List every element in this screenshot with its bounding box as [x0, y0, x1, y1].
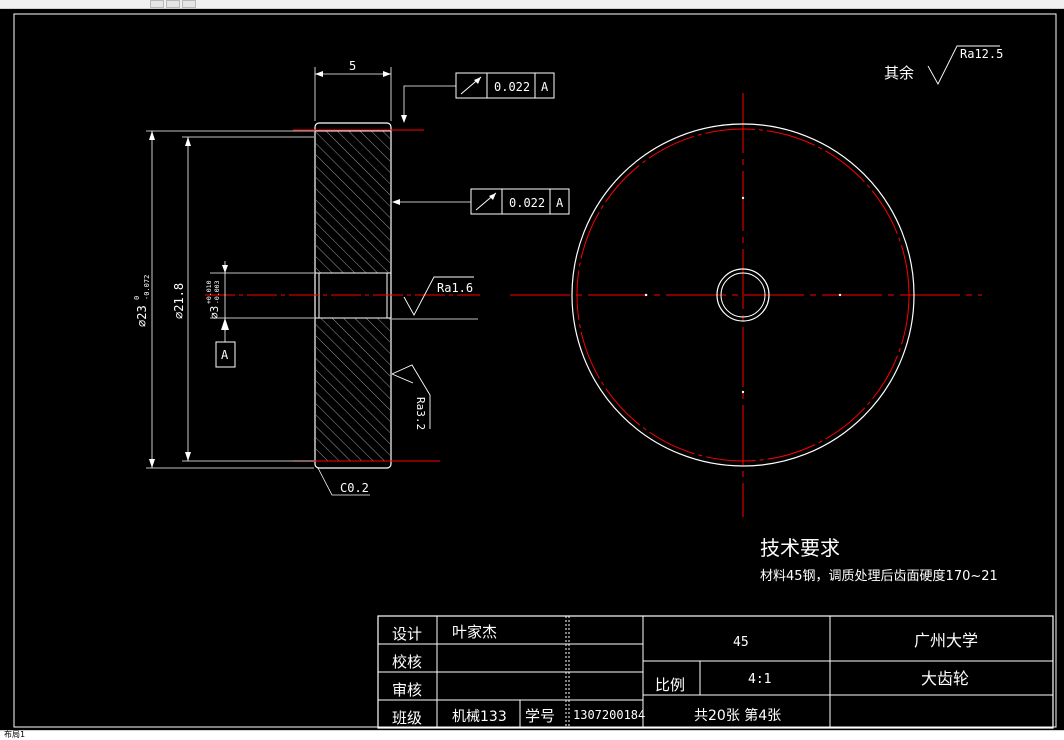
- tol-value: 0.022: [494, 80, 530, 94]
- front-view: [510, 93, 982, 517]
- toolbar-strip: [0, 0, 1064, 9]
- class-value: 机械133: [452, 709, 507, 725]
- toolbar-button[interactable]: [150, 0, 164, 8]
- class-label: 班级: [392, 709, 422, 727]
- runout-arrow-icon: [474, 77, 481, 84]
- arrow-head: [222, 265, 228, 273]
- roughness-symbol-face: Ra3.2: [391, 364, 431, 430]
- dim-width: 5: [349, 59, 356, 73]
- arrow-head: [392, 199, 400, 205]
- section-hatch-lower: [316, 318, 390, 461]
- dim-bore-diameter: ⌀3: [208, 306, 221, 319]
- arrow-head: [315, 71, 323, 77]
- roughness-symbol-bore: Ra1.6: [392, 276, 478, 320]
- arrow-head: [149, 459, 155, 468]
- dim-chamfer: C0.2: [340, 481, 369, 495]
- student-no-label: 学号: [525, 707, 555, 725]
- drawing-svg[interactable]: 5 ⌀23 0 -0.072 ⌀21.8 A ⌀3 +0.010 -0.003 …: [0, 9, 1064, 730]
- tol-leader: [403, 85, 456, 121]
- marker-dot: [741, 196, 745, 200]
- scale-label: 比例: [655, 676, 685, 694]
- design-label: 设计: [392, 625, 422, 643]
- tol-datum: A: [556, 196, 564, 210]
- part-name: 大齿轮: [921, 669, 969, 688]
- scale-value: 4:1: [748, 672, 771, 687]
- runout-arrow-icon: [489, 193, 496, 200]
- dim-bore-tol-lower: -0.003: [213, 280, 221, 304]
- toolbar-button[interactable]: [182, 0, 196, 8]
- dim-outer-diameter: ⌀23: [135, 305, 149, 327]
- title-block: 设计 叶家杰 校核 审核 班级 机械133 学号 1307200184 45 比…: [377, 615, 1054, 729]
- roughness-edge: [391, 373, 414, 384]
- review-label: 审核: [392, 681, 422, 699]
- dim-outer-tol-upper: 0: [133, 296, 141, 300]
- arrow-head: [185, 452, 191, 461]
- dim-outer-tol-lower: -0.072: [143, 275, 151, 300]
- marker-dot: [644, 293, 648, 297]
- toolbar-button[interactable]: [166, 0, 180, 8]
- school-name: 广州大学: [914, 631, 978, 650]
- roughness-face-value: Ra3.2: [414, 397, 427, 430]
- tech-title: 技术要求: [760, 536, 840, 560]
- cad-app-window: 5 ⌀23 0 -0.072 ⌀21.8 A ⌀3 +0.010 -0.003 …: [0, 0, 1064, 740]
- tech-note: 材料45钢，调质处理后齿面硬度170~21: [760, 568, 998, 584]
- designer-name: 叶家杰: [452, 623, 497, 641]
- layout-tab[interactable]: 布局1: [4, 729, 25, 740]
- arrow-head: [185, 137, 191, 146]
- datum-label: A: [221, 348, 229, 362]
- marker-dot: [741, 390, 745, 394]
- roughness-rest: 其余 Ra12.5: [884, 45, 1003, 85]
- side-view: 5 ⌀23 0 -0.072 ⌀21.8 A ⌀3 +0.010 -0.003 …: [133, 59, 570, 496]
- drawing-frame: [13, 13, 1057, 728]
- student-no: 1307200184: [573, 708, 645, 722]
- tolerance-frame: 0.022 A: [401, 72, 555, 123]
- dim-bore-tol-upper: +0.010: [205, 280, 213, 304]
- tol-datum: A: [541, 80, 549, 94]
- section-hatch-upper: [316, 131, 390, 273]
- datum-triangle: [221, 318, 229, 330]
- roughness-rest-label: 其余: [884, 64, 914, 82]
- roughness-bore-value: Ra1.6: [437, 281, 473, 295]
- tolerance-frame: 0.022 A: [392, 188, 570, 215]
- dim-mid-diameter: ⌀21.8: [172, 283, 186, 319]
- tol-value: 0.022: [509, 196, 545, 210]
- drawing-canvas[interactable]: 5 ⌀23 0 -0.072 ⌀21.8 A ⌀3 +0.010 -0.003 …: [0, 9, 1064, 730]
- material-value: 45: [733, 635, 749, 650]
- roughness-rest-value: Ra12.5: [960, 47, 1003, 61]
- sheet-count: 共20张 第4张: [694, 707, 781, 724]
- arrow-head: [383, 71, 391, 77]
- check-label: 校核: [392, 653, 422, 671]
- arrow-head: [401, 115, 407, 123]
- marker-dot: [838, 293, 842, 297]
- arrow-head: [149, 131, 155, 140]
